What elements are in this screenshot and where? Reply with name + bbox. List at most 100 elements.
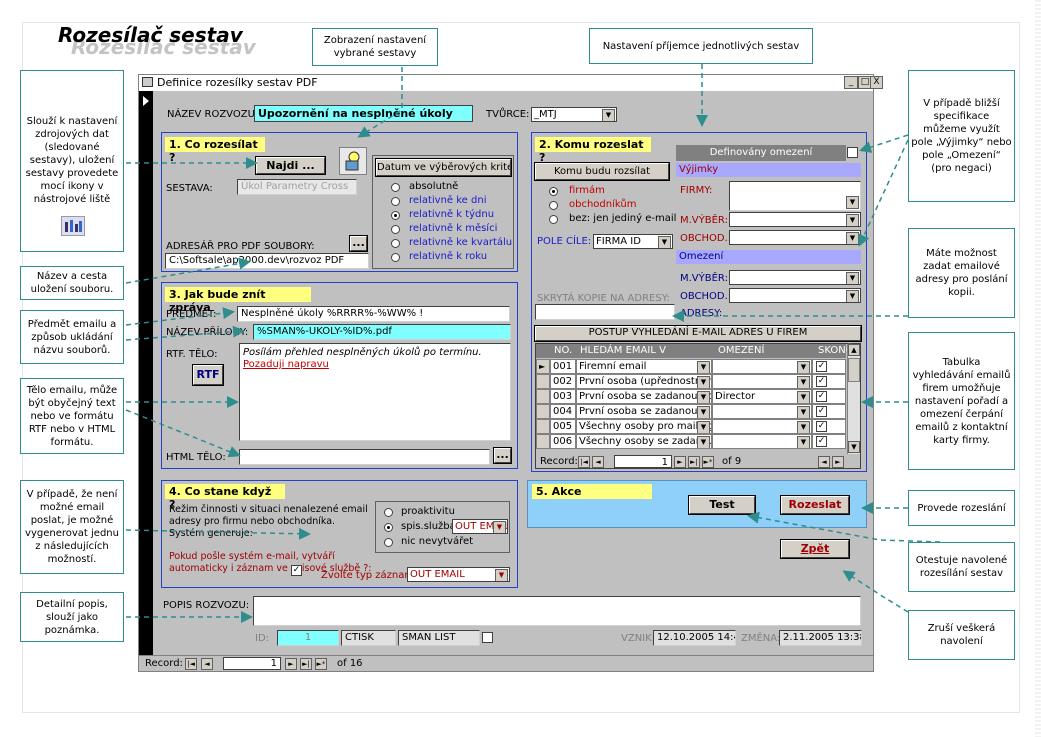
radio-mesic[interactable]	[391, 225, 400, 234]
scroll-thumb[interactable]	[848, 358, 860, 382]
table-row[interactable]: 006 Všechny osoby se zadanou p ▼ ▼ ✓	[536, 434, 854, 449]
chevron-down-icon[interactable]: ▼	[697, 391, 710, 403]
scroll-right-icon[interactable]: ►	[832, 456, 844, 468]
table-row[interactable]: 004 První osoba se zadanou funk ▼ ▼ ✓	[536, 404, 854, 419]
radio-rok[interactable]	[391, 253, 400, 262]
table-row[interactable]: ► 001 Firemní email ▼ ▼ ✓	[536, 359, 854, 374]
cell-omezeni[interactable]: ▼	[712, 374, 812, 389]
cell-omezeni[interactable]: Director ▼	[712, 389, 812, 404]
radio-tyden[interactable]	[391, 211, 400, 220]
skonc-checkbox[interactable]: ✓	[816, 421, 827, 432]
row-selector[interactable]	[536, 434, 550, 449]
skonc-checkbox[interactable]: ✓	[816, 406, 827, 417]
table-row[interactable]: 002 První osoba (upřednostněná ▼ ▼ ✓	[536, 374, 854, 389]
ctisk-field[interactable]: CTISK	[341, 630, 396, 646]
last-record-icon[interactable]: ►|	[688, 456, 700, 468]
omezeni-mvyber-combo[interactable]: ▼	[729, 270, 861, 285]
radio-spis[interactable]	[384, 523, 393, 532]
chevron-down-icon[interactable]: ▼	[797, 361, 810, 373]
radio-nic[interactable]	[384, 538, 393, 547]
test-button[interactable]: Test	[688, 495, 756, 515]
pole-cile-combo[interactable]: FIRMA ID ▼	[593, 234, 673, 249]
pokud-checkbox[interactable]: ✓	[291, 565, 302, 576]
close-button[interactable]: X	[870, 76, 883, 89]
new-record-icon[interactable]: ►*	[315, 658, 327, 670]
chevron-down-icon[interactable]: ▼	[602, 109, 615, 121]
record-selector[interactable]	[139, 91, 153, 659]
cell-hledam[interactable]: První osoba se zadanou pozic ▼	[576, 389, 712, 404]
sestava-field[interactable]: Úkol Parametry Cross	[237, 179, 357, 195]
prev-record-icon[interactable]: ◄	[592, 456, 604, 468]
cell-no[interactable]: 004	[550, 404, 576, 419]
cell-omezeni[interactable]: ▼	[712, 434, 812, 449]
chevron-down-icon[interactable]: ▼	[495, 569, 508, 581]
first-record-icon[interactable]: |◄	[185, 658, 197, 670]
datum-kriteria-button[interactable]: Datum ve výběrových kritériích	[375, 158, 512, 177]
grid-scrollbar[interactable]: ▲ ▼	[847, 344, 860, 454]
row-selector[interactable]	[536, 374, 550, 389]
radio-obchodnikum[interactable]	[549, 201, 558, 210]
cell-hledam[interactable]: Všechny osoby se zadanou p ▼	[576, 434, 712, 449]
skonc-checkbox[interactable]: ✓	[816, 376, 827, 387]
postup-header[interactable]: POSTUP VYHLEDÁNÍ E-MAIL ADRES U FIREM	[534, 325, 862, 342]
chevron-down-icon[interactable]: ▼	[846, 196, 859, 209]
radio-absolutne[interactable]	[391, 183, 400, 192]
nazev-prilohy-field[interactable]: %SMAN%-UKOLY-%ID%.pdf	[253, 324, 511, 340]
chevron-down-icon[interactable]: ▼	[846, 232, 859, 244]
zvolte-combo[interactable]: OUT EMAIL ▼	[407, 567, 510, 582]
row-selector[interactable]	[536, 389, 550, 404]
row-selector[interactable]	[536, 419, 550, 434]
predmet-field[interactable]: Nesplněné úkoly %RRRR%-%WW% !	[237, 306, 510, 322]
cell-hledam[interactable]: Firemní email ▼	[576, 359, 712, 374]
firmy-list[interactable]: ▼	[729, 181, 861, 211]
definovany-checkbox[interactable]	[847, 147, 858, 158]
najdi-button[interactable]: Najdi ...	[255, 156, 326, 175]
cell-no[interactable]: 003	[550, 389, 576, 404]
row-selector[interactable]	[536, 404, 550, 419]
omezeni-obchod-combo[interactable]: ▼	[729, 288, 861, 303]
cell-no[interactable]: 005	[550, 419, 576, 434]
chevron-down-icon[interactable]: ▼	[846, 290, 859, 302]
vyjimky-mvyber-combo[interactable]: ▼	[729, 212, 861, 227]
sman-list-field[interactable]: SMAN LIST	[398, 630, 480, 646]
chevron-down-icon[interactable]: ▼	[697, 376, 710, 388]
radio-kvartal[interactable]	[391, 239, 400, 248]
chevron-down-icon[interactable]: ▼	[697, 361, 710, 373]
cell-hledam[interactable]: Všechny osoby pro mailing ▼	[576, 419, 712, 434]
radio-bez[interactable]	[549, 215, 558, 224]
next-record-icon[interactable]: ►	[674, 456, 686, 468]
table-row[interactable]: 003 První osoba se zadanou pozic ▼ Director…	[536, 389, 854, 404]
last-record-icon[interactable]: ►|	[300, 658, 312, 670]
chevron-down-icon[interactable]: ▼	[797, 406, 810, 418]
rtf-body-editor[interactable]: Posílám přehled nesplněných úkolů po ter…	[239, 343, 511, 441]
chevron-down-icon[interactable]: ▼	[658, 236, 671, 248]
radio-proaktivitu[interactable]	[384, 508, 393, 517]
chevron-down-icon[interactable]: ▼	[797, 376, 810, 388]
id-field[interactable]: 1	[277, 630, 339, 646]
rozeslat-button[interactable]: Rozeslat	[780, 495, 850, 515]
sman-checkbox[interactable]	[482, 632, 493, 643]
chevron-down-icon[interactable]: ▼	[697, 436, 710, 448]
chevron-down-icon[interactable]: ▼	[797, 436, 810, 448]
report-settings-icon[interactable]	[339, 147, 367, 175]
vyjimky-obchod-combo[interactable]: ▼	[729, 230, 861, 245]
skonc-checkbox[interactable]: ✓	[816, 391, 827, 402]
tvurce-combo[interactable]: _MTJ ▼	[531, 107, 617, 122]
minimize-button[interactable]: _	[844, 76, 858, 89]
scroll-down-icon[interactable]: ▼	[848, 441, 860, 453]
cell-no[interactable]: 001	[550, 359, 576, 374]
cell-hledam[interactable]: První osoba se zadanou funk ▼	[576, 404, 712, 419]
cell-omezeni[interactable]: ▼	[712, 419, 812, 434]
rtf-button[interactable]: RTF	[192, 364, 224, 386]
chevron-down-icon[interactable]: ▼	[493, 521, 506, 533]
skonc-checkbox[interactable]: ✓	[816, 361, 827, 372]
next-record-icon[interactable]: ►	[285, 658, 297, 670]
prev-record-icon[interactable]: ◄	[201, 658, 213, 670]
chevron-down-icon[interactable]: ▼	[846, 272, 859, 284]
first-record-icon[interactable]: |◄	[578, 456, 590, 468]
new-record-icon[interactable]: ►*	[702, 456, 714, 468]
popis-field[interactable]	[253, 596, 861, 626]
table-row[interactable]: 005 Všechny osoby pro mailing ▼ ▼ ✓	[536, 419, 854, 434]
html-browse-button[interactable]: ...	[493, 447, 512, 464]
skonc-checkbox[interactable]: ✓	[816, 436, 827, 447]
